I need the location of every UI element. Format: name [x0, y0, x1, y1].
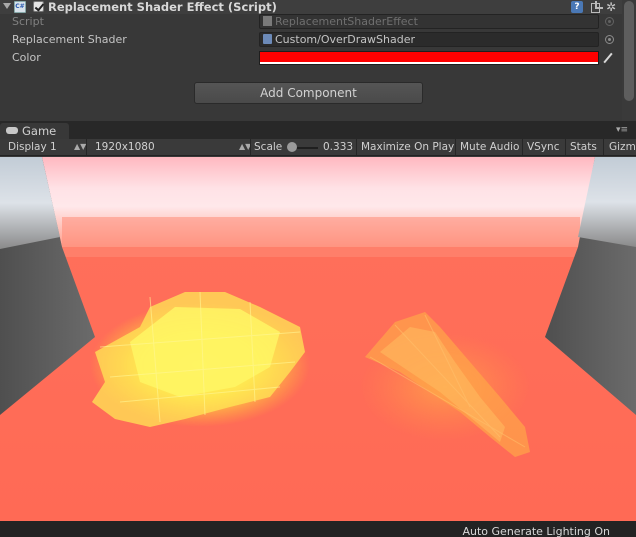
stats-toggle[interactable]: Stats	[570, 139, 597, 155]
script-label: Script	[12, 15, 44, 28]
scale-value: 0.333	[323, 141, 354, 153]
chevron-down-icon: ▲▼	[74, 142, 87, 151]
foldout-arrow-icon[interactable]	[3, 3, 11, 9]
maximize-on-play-toggle[interactable]: Maximize On Play	[361, 139, 454, 155]
inspector-panel: C# Replacement Shader Effect (Script) ? …	[0, 0, 636, 121]
mute-audio-toggle[interactable]: Mute Audio	[460, 139, 519, 155]
game-toolbar: Display 1 ▲▼ 1920x1080 ▲▼ Scale 0.333 Ma…	[0, 139, 636, 156]
tab-menu-icon[interactable]: ▾≡	[616, 126, 630, 135]
resolution-dropdown[interactable]: 1920x1080	[95, 139, 155, 155]
object-picker-icon[interactable]	[605, 35, 614, 44]
color-field[interactable]	[259, 51, 599, 65]
color-swatch	[260, 52, 598, 62]
alpha-bar	[260, 62, 598, 64]
scale-label: Scale	[254, 141, 283, 153]
vsync-toggle[interactable]: VSync	[527, 139, 560, 155]
component-title: Replacement Shader Effect (Script)	[48, 0, 277, 14]
replacement-shader-value: Custom/OverDrawShader	[275, 33, 416, 46]
game-tab-bar: Game ▾≡	[0, 121, 636, 139]
tab-game[interactable]: Game	[0, 123, 69, 139]
script-icon: C#	[14, 1, 26, 13]
component-header[interactable]: C# Replacement Shader Effect (Script) ? …	[0, 0, 622, 14]
scale-slider-thumb[interactable]	[287, 142, 297, 152]
add-component-button[interactable]: Add Component	[194, 82, 423, 104]
help-icon[interactable]: ?	[571, 1, 583, 13]
gizmos-dropdown[interactable]: Gizmos	[609, 139, 636, 155]
eyedropper-icon[interactable]	[601, 51, 615, 65]
property-row-color: Color	[0, 49, 622, 67]
gear-icon[interactable]: ✲	[606, 1, 618, 13]
property-row-script: Script ReplacementShaderEffect	[0, 13, 622, 31]
display-dropdown[interactable]: Display 1	[8, 139, 57, 155]
property-row-replacement-shader: Replacement Shader Custom/OverDrawShader	[0, 31, 622, 49]
color-label: Color	[12, 51, 41, 64]
gamepad-icon	[6, 127, 18, 134]
script-value: ReplacementShaderEffect	[275, 15, 418, 28]
cs-script-icon	[263, 16, 272, 26]
game-viewport[interactable]	[0, 157, 636, 521]
preset-icon[interactable]	[590, 1, 603, 13]
scrollbar-thumb[interactable]	[624, 1, 634, 101]
shader-icon	[263, 34, 272, 44]
status-bar: Auto Generate Lighting On	[0, 521, 636, 537]
status-text: Auto Generate Lighting On	[462, 525, 611, 537]
replacement-shader-field[interactable]: Custom/OverDrawShader	[259, 32, 599, 47]
game-render	[0, 157, 636, 521]
tab-game-label: Game	[22, 124, 57, 138]
inspector-scrollbar[interactable]	[622, 0, 636, 121]
replacement-shader-label: Replacement Shader	[12, 33, 127, 46]
component-enabled-checkbox[interactable]	[33, 1, 44, 12]
object-picker-icon	[605, 17, 614, 26]
script-field: ReplacementShaderEffect	[259, 14, 599, 29]
